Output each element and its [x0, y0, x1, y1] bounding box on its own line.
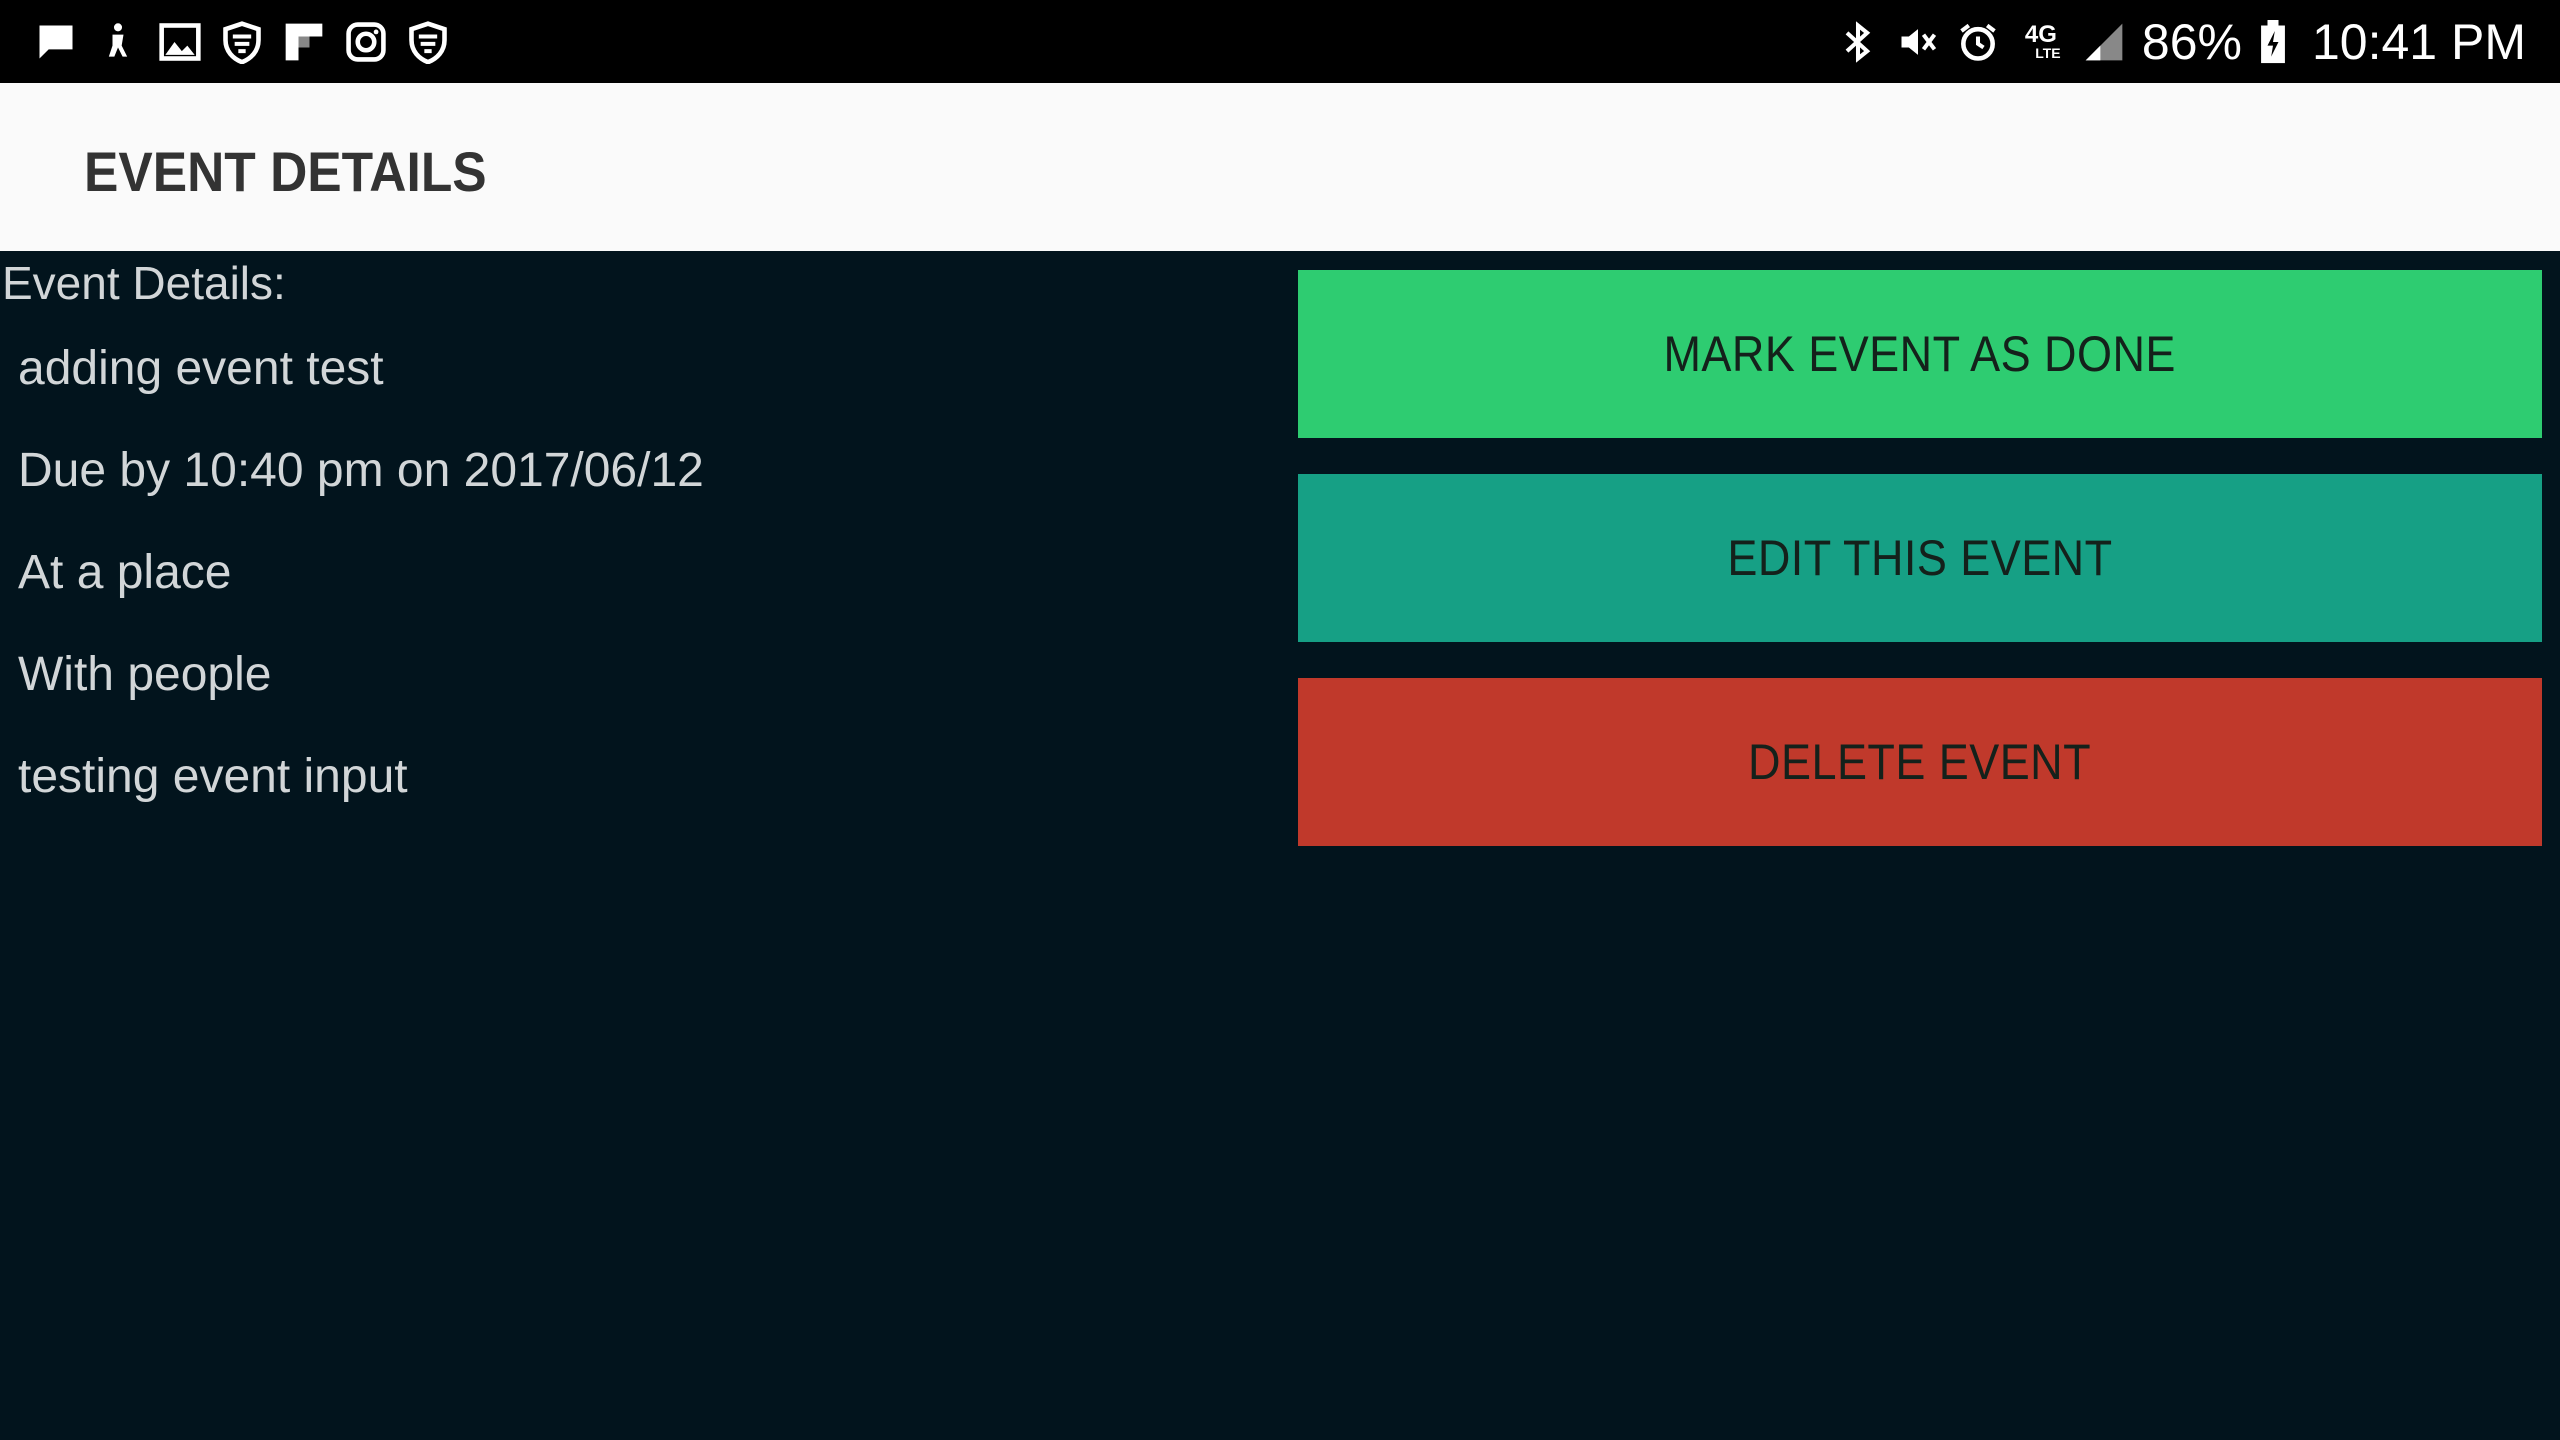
image-icon [158, 20, 202, 64]
event-people: With people [18, 648, 272, 701]
lte-icon: 4G LTE [2016, 20, 2066, 64]
instagram-icon [344, 20, 388, 64]
event-location: At a place [18, 546, 232, 599]
notification-icons [34, 20, 450, 64]
delete-event-label: DELETE EVENT [1748, 734, 2092, 790]
battery-percent: 86% [2141, 14, 2242, 70]
bluetooth-icon [1836, 20, 1880, 64]
security-shield-icon [406, 20, 450, 64]
alarm-icon [1956, 20, 2000, 64]
network-type: 4G [2024, 21, 2057, 48]
network-subtype: LTE [2035, 45, 2061, 61]
battery-charging-icon [2258, 20, 2288, 64]
flipboard-icon [282, 20, 326, 64]
accessibility-icon [96, 20, 140, 64]
edit-event-button[interactable]: EDIT THIS EVENT [1298, 474, 2542, 642]
vibrate-mute-icon [1896, 20, 1940, 64]
mark-event-done-button[interactable]: MARK EVENT AS DONE [1298, 270, 2542, 438]
system-indicators: 4G LTE 86% 10:41 PM [1836, 16, 2526, 68]
clock: 10:41 PM [2311, 14, 2526, 70]
security-shield-icon [220, 20, 264, 64]
mark-event-done-label: MARK EVENT AS DONE [1663, 326, 2177, 382]
status-bar: 4G LTE 86% 10:41 PM [0, 0, 2560, 83]
app-bar: EVENT DETAILS [0, 83, 2560, 251]
delete-event-button[interactable]: DELETE EVENT [1298, 678, 2542, 846]
event-due: Due by 10:40 pm on 2017/06/12 [18, 444, 704, 497]
event-notes: testing event input [18, 750, 408, 803]
event-name: adding event test [18, 342, 384, 395]
details-heading: Event Details: [2, 257, 286, 309]
signal-icon [2082, 20, 2126, 64]
edit-event-label: EDIT THIS EVENT [1727, 530, 2113, 586]
message-icon [34, 20, 78, 64]
page-title: EVENT DETAILS [84, 140, 487, 203]
